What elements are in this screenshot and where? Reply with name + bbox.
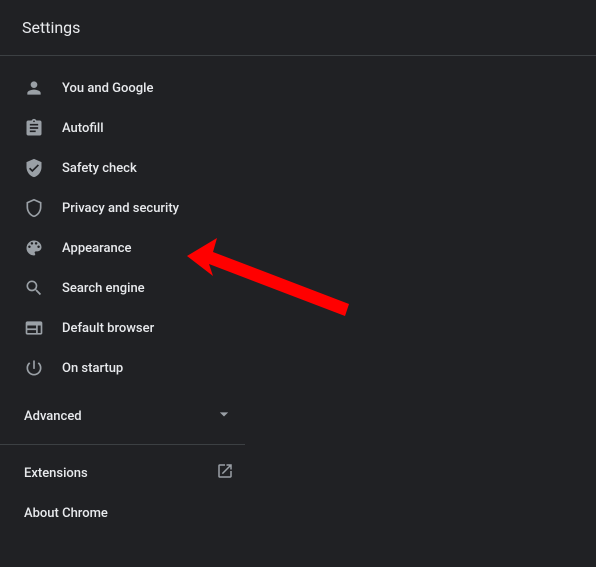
advanced-label: Advanced <box>24 409 82 424</box>
page-title: Settings <box>22 18 80 37</box>
sidebar-item-label: Autofill <box>62 121 104 136</box>
privacy-icon <box>24 198 44 218</box>
sidebar-item-appearance[interactable]: Appearance <box>0 228 256 268</box>
sidebar-item-on-startup[interactable]: On startup <box>0 348 256 388</box>
about-label: About Chrome <box>24 506 108 521</box>
autofill-icon <box>24 118 44 138</box>
open-external-icon <box>216 462 234 484</box>
settings-sidebar: You and Google Autofill Safety check Pri… <box>0 56 256 533</box>
person-icon <box>24 78 44 98</box>
sidebar-item-you-and-google[interactable]: You and Google <box>0 68 256 108</box>
sidebar-item-label: Safety check <box>62 161 137 176</box>
sidebar-item-label: On startup <box>62 361 123 376</box>
sidebar-item-extensions[interactable]: Extensions <box>0 453 256 493</box>
startup-icon <box>24 358 44 378</box>
sidebar-advanced-toggle[interactable]: Advanced <box>0 396 256 436</box>
sidebar-item-autofill[interactable]: Autofill <box>0 108 256 148</box>
sidebar-item-safety-check[interactable]: Safety check <box>0 148 256 188</box>
chevron-down-icon <box>214 404 234 428</box>
sidebar-item-search-engine[interactable]: Search engine <box>0 268 256 308</box>
sidebar-item-label: Appearance <box>62 241 131 256</box>
extensions-label: Extensions <box>24 466 88 481</box>
appearance-icon <box>24 238 44 258</box>
sidebar-item-about-chrome[interactable]: About Chrome <box>0 493 256 533</box>
nav-list: You and Google Autofill Safety check Pri… <box>0 68 256 388</box>
sidebar-item-label: Privacy and security <box>62 201 179 216</box>
browser-icon <box>24 318 44 338</box>
sidebar-item-label: Default browser <box>62 321 154 336</box>
header: Settings <box>0 0 596 56</box>
content-area: You and Google Autofill Safety check Pri… <box>0 56 596 533</box>
search-icon <box>24 278 44 298</box>
sidebar-item-privacy-and-security[interactable]: Privacy and security <box>0 188 256 228</box>
sidebar-item-label: You and Google <box>62 81 153 96</box>
sidebar-item-default-browser[interactable]: Default browser <box>0 308 256 348</box>
divider <box>0 444 245 445</box>
safety-check-icon <box>24 158 44 178</box>
sidebar-item-label: Search engine <box>62 281 145 296</box>
